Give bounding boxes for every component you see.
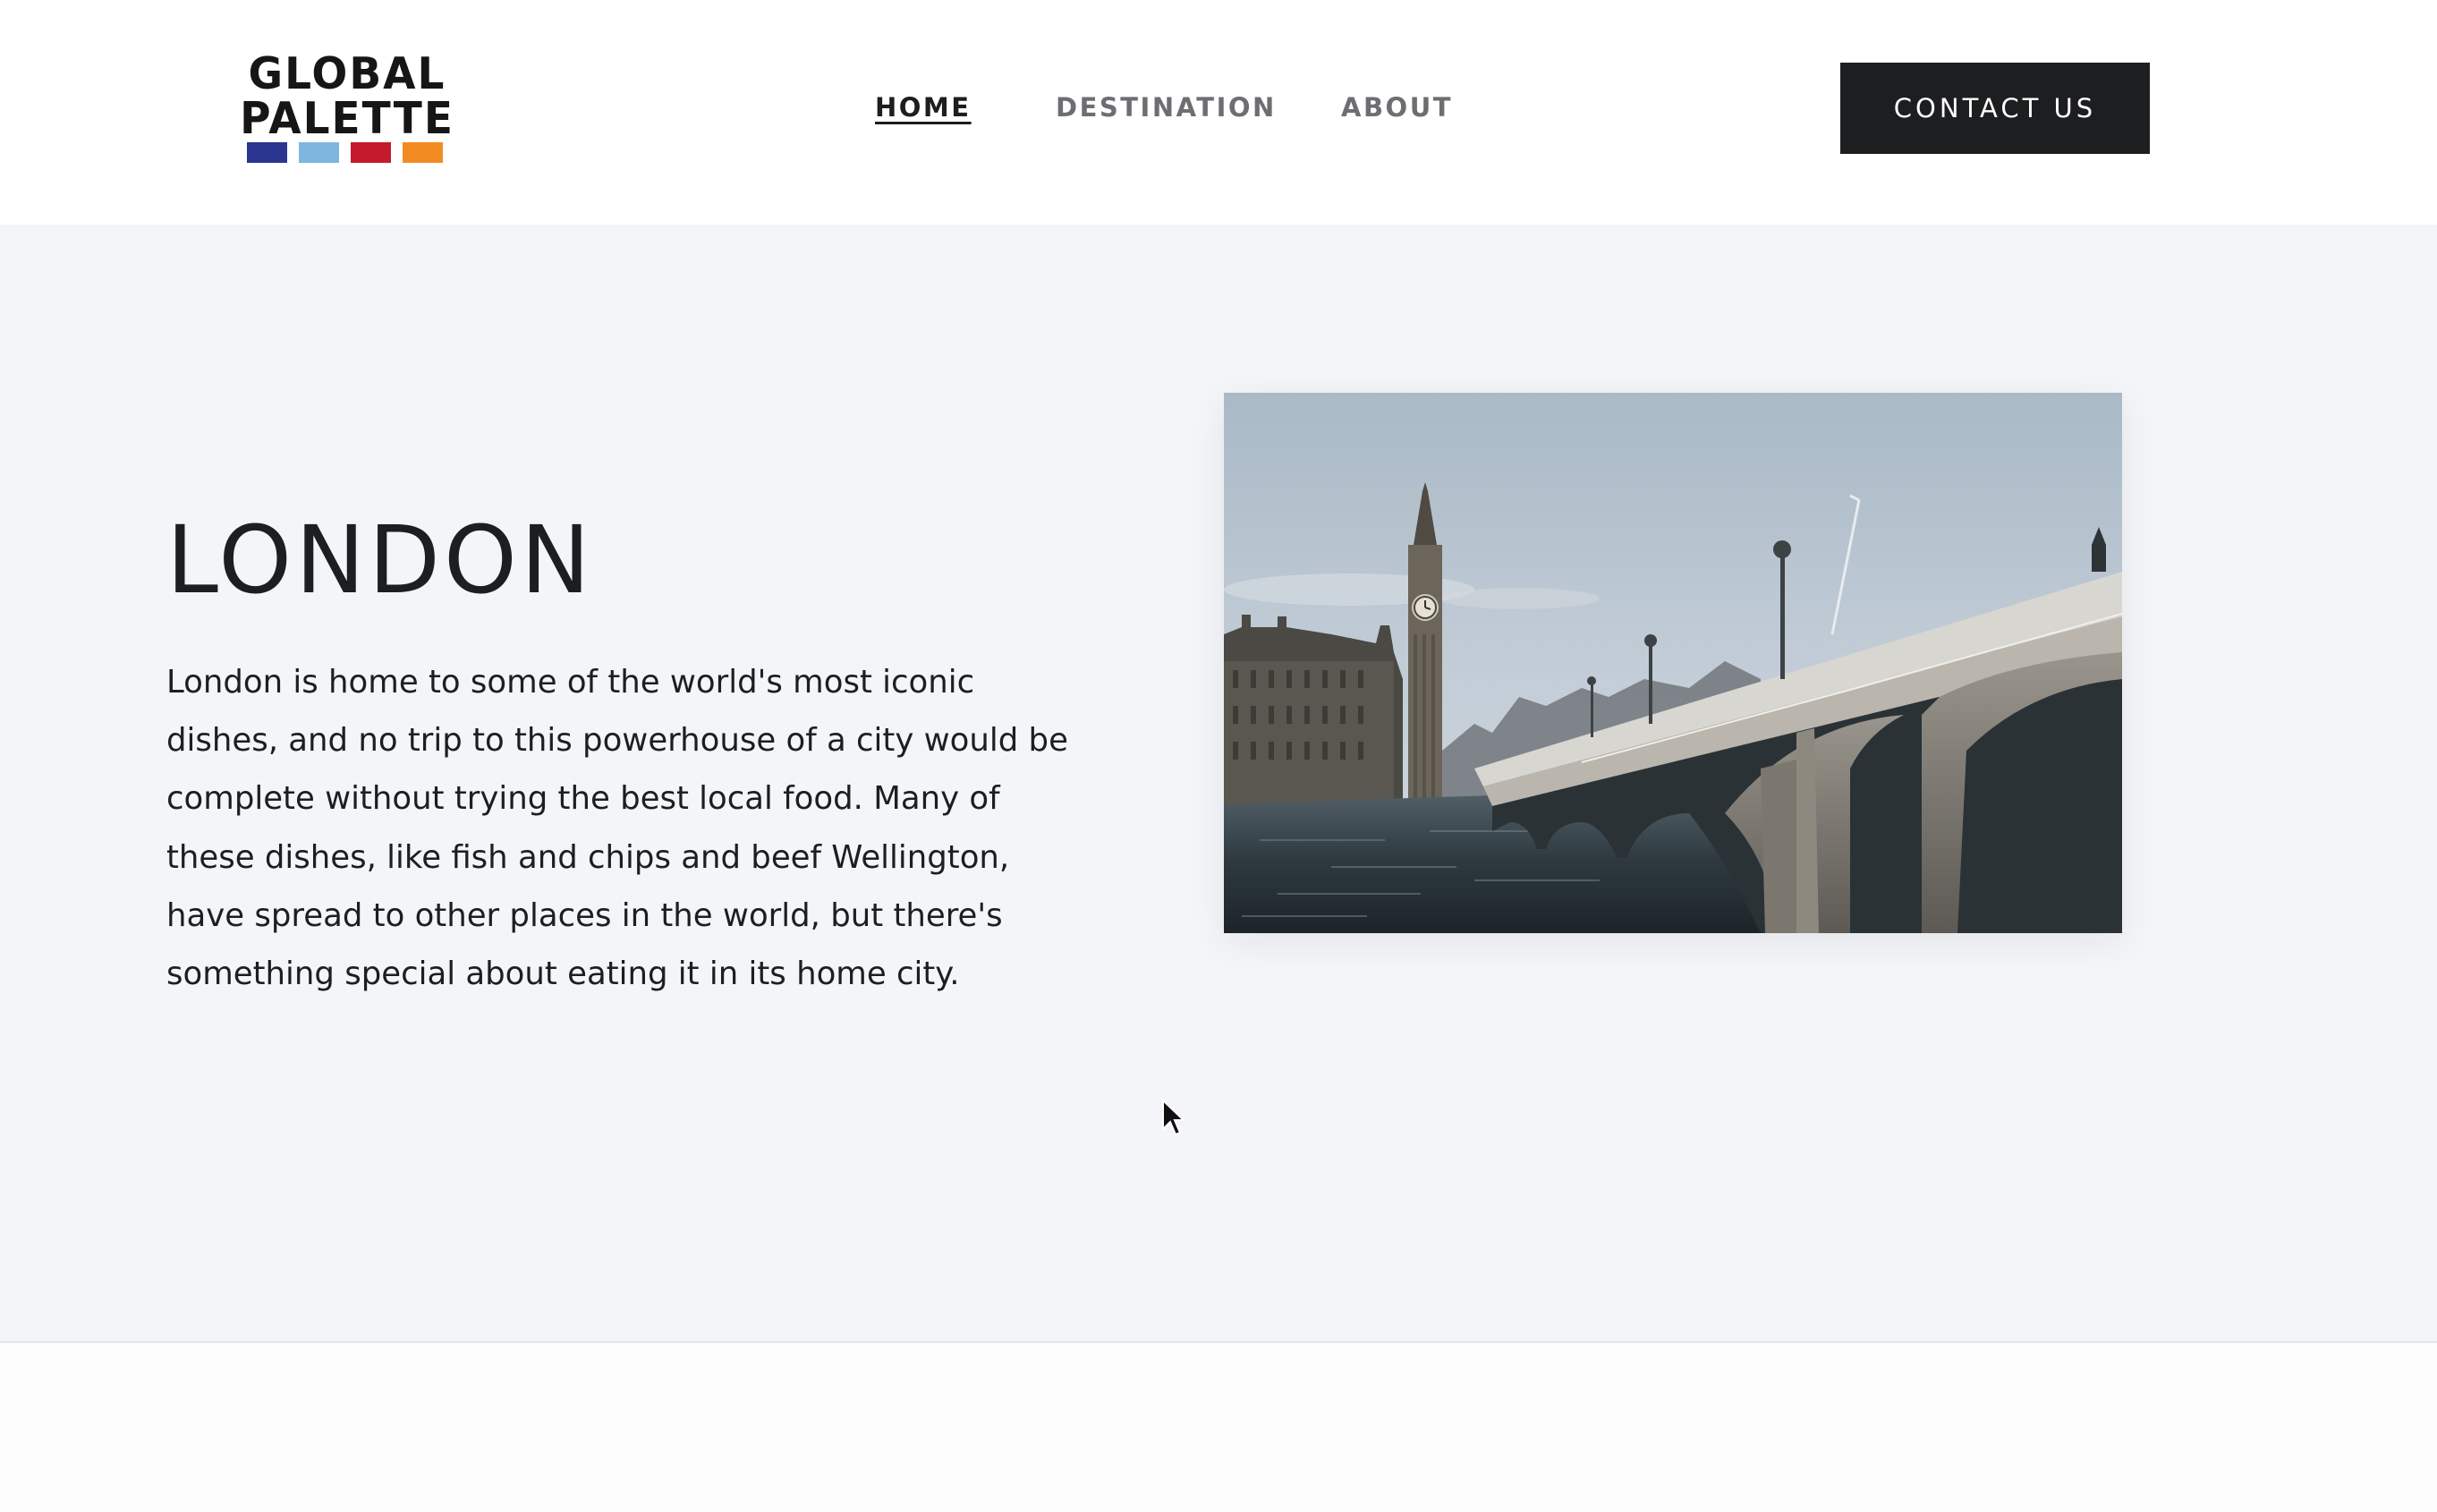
next-section	[0, 1343, 2437, 1512]
site-header: GLOBAL PALETTE HOME DESTINATION ABOUT CO…	[0, 0, 2437, 225]
logo-swatch-red	[351, 142, 391, 163]
logo-swatch-orange	[403, 142, 443, 163]
logo-text-line1: GLOBAL	[248, 47, 446, 100]
contact-us-button[interactable]: CONTACT US	[1840, 63, 2150, 154]
logo-color-swatches	[247, 142, 453, 163]
page-title: LONDON	[166, 505, 594, 615]
hero-description: London is home to some of the world's mo…	[166, 664, 1068, 993]
nav-link-about[interactable]: ABOUT	[1341, 89, 1453, 125]
london-photo-illustration	[1224, 393, 2122, 933]
site-logo[interactable]: GLOBAL PALETTE	[233, 47, 462, 166]
logo-swatch-navy	[247, 142, 287, 163]
destination-hero: LONDON London is home to some of the wor…	[0, 225, 2437, 1342]
nav-link-destination[interactable]: DESTINATION	[1056, 89, 1277, 125]
mouse-pointer-icon	[1162, 1099, 1185, 1136]
logo-swatch-light-blue	[299, 142, 339, 163]
hero-photo	[1224, 393, 2122, 933]
nav-link-home[interactable]: HOME	[875, 89, 972, 125]
logo-text-line2: PALETTE	[240, 92, 454, 145]
